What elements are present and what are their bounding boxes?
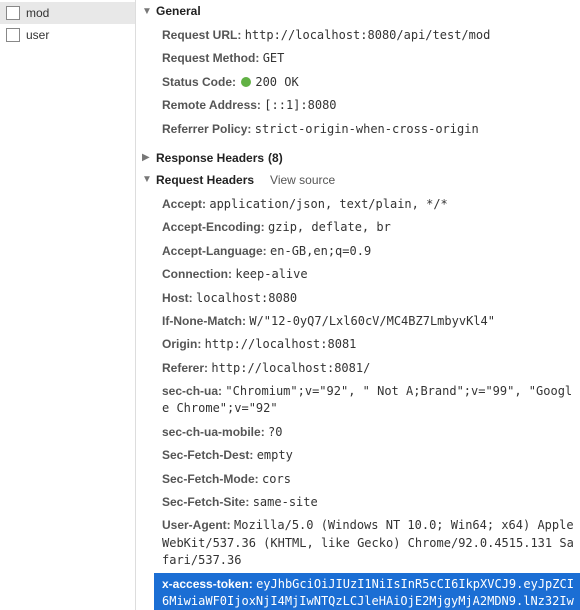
header-value: 200 OK: [255, 75, 298, 89]
section-title: Request Headers: [156, 173, 254, 187]
header-row: Origin: http://localhost:8081: [154, 333, 580, 356]
header-value: application/json, text/plain, */*: [209, 197, 447, 211]
header-name: Referer:: [162, 361, 208, 375]
header-name: Sec-Fetch-Dest:: [162, 448, 253, 462]
request-list-item-label: mod: [26, 6, 49, 20]
header-row: Host: localhost:8080: [154, 287, 580, 310]
header-row: Remote Address: [::1]:8080: [154, 94, 580, 117]
header-row: Request URL: http://localhost:8080/api/t…: [154, 24, 580, 47]
headers-panel: ▼ General Request URL: http://localhost:…: [136, 0, 580, 610]
header-name: User-Agent:: [162, 518, 231, 532]
header-value: en-GB,en;q=0.9: [270, 244, 371, 258]
header-row: sec-ch-ua: "Chromium";v="92", " Not A;Br…: [154, 380, 580, 421]
request-headers-section-header[interactable]: ▼ Request Headers View source: [136, 169, 580, 191]
section-count: (8): [268, 151, 283, 165]
header-value: [::1]:8080: [264, 98, 336, 112]
header-value: http://localhost:8081/: [211, 361, 370, 375]
collapse-icon: ▼: [142, 6, 152, 17]
request-list-item[interactable]: user: [0, 24, 135, 46]
view-source-link[interactable]: View source: [270, 173, 335, 187]
header-row: x-access-token: eyJhbGciOiJIUzI1NiIsInR5…: [154, 573, 580, 610]
header-name: sec-ch-ua-mobile:: [162, 425, 265, 439]
header-row: Connection: keep-alive: [154, 263, 580, 286]
header-row: Accept-Language: en-GB,en;q=0.9: [154, 240, 580, 263]
request-list-sidebar: mod user: [0, 0, 136, 610]
header-row: If-None-Match: W/"12-0yQ7/Lxl60cV/MC4BZ7…: [154, 310, 580, 333]
header-row: Status Code: 200 OK: [154, 71, 580, 94]
section-title: Response Headers: [156, 151, 264, 165]
checkbox-icon[interactable]: [6, 28, 20, 42]
header-value: same-site: [253, 495, 318, 509]
header-value: keep-alive: [235, 267, 307, 281]
header-name: Accept-Language:: [162, 244, 267, 258]
header-value: W/"12-0yQ7/Lxl60cV/MC4BZ7LmbyvKl4": [249, 314, 495, 328]
header-name: Host:: [162, 291, 193, 305]
header-name: Connection:: [162, 267, 232, 281]
header-row: Sec-Fetch-Dest: empty: [154, 444, 580, 467]
header-value: localhost:8080: [196, 291, 297, 305]
header-name: Request Method:: [162, 51, 259, 65]
general-section-header[interactable]: ▼ General: [136, 0, 580, 22]
header-row: Sec-Fetch-Mode: cors: [154, 468, 580, 491]
status-dot-icon: [241, 77, 251, 87]
section-title: General: [156, 4, 201, 18]
header-row: Accept-Encoding: gzip, deflate, br: [154, 216, 580, 239]
header-value: cors: [262, 472, 291, 486]
header-row: Accept: application/json, text/plain, */…: [154, 193, 580, 216]
header-name: Status Code:: [162, 75, 236, 89]
header-value: http://localhost:8081: [205, 337, 357, 351]
checkbox-icon[interactable]: [6, 6, 20, 20]
header-name: Remote Address:: [162, 98, 261, 112]
header-name: Request URL:: [162, 28, 241, 42]
header-name: Accept:: [162, 197, 206, 211]
header-name: If-None-Match:: [162, 314, 246, 328]
request-list-item-label: user: [26, 28, 49, 42]
header-value: http://localhost:8080/api/test/mod: [245, 28, 491, 42]
header-name: Sec-Fetch-Site:: [162, 495, 249, 509]
request-list-item[interactable]: mod: [0, 2, 135, 24]
header-name: Sec-Fetch-Mode:: [162, 472, 259, 486]
header-name: Origin:: [162, 337, 201, 351]
request-headers-section-body: Accept: application/json, text/plain, */…: [136, 191, 580, 610]
header-row: Request Method: GET: [154, 47, 580, 70]
header-row: User-Agent: Mozilla/5.0 (Windows NT 10.0…: [154, 514, 580, 572]
header-name: sec-ch-ua:: [162, 384, 222, 398]
header-value: ?0: [268, 425, 282, 439]
collapse-icon: ▼: [142, 174, 152, 185]
header-row: sec-ch-ua-mobile: ?0: [154, 421, 580, 444]
header-value: GET: [263, 51, 285, 65]
header-value: "Chromium";v="92", " Not A;Brand";v="99"…: [162, 384, 572, 415]
header-row: Sec-Fetch-Site: same-site: [154, 491, 580, 514]
header-value: strict-origin-when-cross-origin: [255, 122, 479, 136]
response-headers-section-header[interactable]: ▶ Response Headers (8): [136, 147, 580, 169]
header-name: Referrer Policy:: [162, 122, 251, 136]
header-value: empty: [257, 448, 293, 462]
header-name: x-access-token:: [162, 577, 253, 591]
header-name: Accept-Encoding:: [162, 220, 265, 234]
header-value: gzip, deflate, br: [268, 220, 391, 234]
expand-icon: ▶: [142, 152, 152, 163]
header-row: Referer: http://localhost:8081/: [154, 357, 580, 380]
general-section-body: Request URL: http://localhost:8080/api/t…: [136, 22, 580, 147]
header-row: Referrer Policy: strict-origin-when-cros…: [154, 118, 580, 141]
